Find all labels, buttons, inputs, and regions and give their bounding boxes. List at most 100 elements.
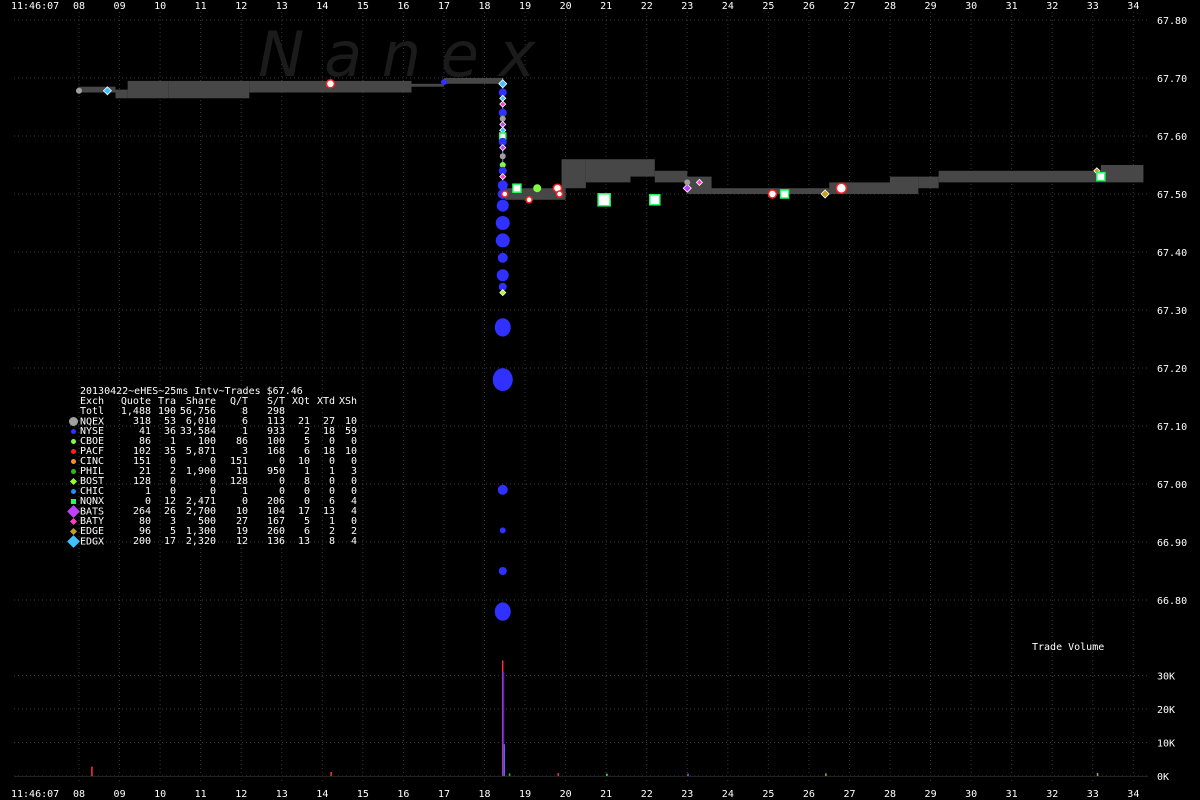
volume-bar — [330, 771, 332, 776]
trade-pacf — [835, 182, 848, 194]
trade-nqex — [499, 153, 506, 160]
x-tick-bottom-17: 17 — [438, 789, 450, 800]
x-tick-bottom-25: 25 — [762, 789, 774, 800]
stats-row-edge: EDGE 96 5 1,300 19 260 6 2 2 — [69, 527, 357, 537]
x-tick-top-21: 21 — [600, 1, 612, 12]
x-tick-bottom-12: 12 — [235, 789, 247, 800]
trade-pacf — [525, 196, 533, 204]
price-tick-67.00: 67.00 — [1157, 480, 1187, 491]
volume-bar — [91, 766, 93, 776]
nbbo-segment — [711, 188, 745, 194]
stats-cell: 13 — [297, 536, 310, 547]
x-tick-top-23: 23 — [681, 1, 693, 12]
trade-nqex — [684, 179, 691, 186]
trade-nyse — [497, 252, 508, 263]
x-tick-top-18: 18 — [479, 1, 491, 12]
x-tick-top-10: 10 — [154, 1, 166, 12]
legend-marker-circle-large — [68, 417, 78, 428]
price-tick-66.80: 66.80 — [1157, 596, 1187, 607]
price-tick-67.10: 67.10 — [1157, 422, 1187, 433]
nbbo-segment — [127, 80, 169, 99]
x-tick-bottom-18: 18 — [479, 789, 491, 800]
x-tick-bottom-11: 11 — [195, 789, 207, 800]
trade-nyse — [496, 269, 509, 282]
x-tick-top-34: 34 — [1127, 1, 1139, 12]
trade-nyse — [497, 484, 508, 495]
x-tick-bottom-08: 08 — [73, 789, 85, 800]
trade-bats — [499, 120, 507, 128]
trade-nyse — [494, 602, 511, 621]
legend-marker-diamond-large — [66, 505, 80, 518]
trade-nqex — [499, 115, 506, 122]
trade-nyse — [492, 368, 513, 392]
stats-cell: 12 — [235, 536, 248, 547]
x-tick-bottom-15: 15 — [357, 789, 369, 800]
x-tick-top-22: 22 — [641, 1, 653, 12]
nbbo-segment — [630, 159, 655, 177]
trade-nyse — [497, 180, 508, 191]
x-tick-top-14: 14 — [316, 1, 328, 12]
stats-cell: 8 — [328, 536, 335, 547]
time-start-label-top: 11:46:07 — [11, 1, 59, 12]
trade-pacf — [767, 189, 778, 199]
x-tick-bottom-30: 30 — [965, 789, 977, 800]
legend-marker-circle — [68, 447, 78, 457]
x-tick-bottom-31: 31 — [1006, 789, 1018, 800]
trade-edgx — [499, 94, 507, 102]
x-tick-top-30: 30 — [965, 1, 977, 12]
x-tick-bottom-28: 28 — [884, 789, 896, 800]
trade-nqnx — [779, 189, 790, 199]
stats-cell: NQNX — [70, 497, 120, 507]
x-tick-top-13: 13 — [276, 1, 288, 12]
trade-bost — [499, 289, 507, 297]
stats-row-nyse: NYSE 41 36 33,584 1 933 2 18 59 — [70, 427, 357, 437]
stats-cell: EDGE — [69, 527, 120, 537]
nbbo-segment — [849, 182, 890, 194]
nbbo-segment — [918, 176, 939, 189]
stats-cell: 4 — [350, 536, 357, 547]
x-axis-top: 08 09 10 11 12 13 14 15 16 17 18 19 20 21 22 23 24 25 26 27… — [73, 1, 1139, 12]
volume-label: Trade Volume — [1032, 642, 1105, 653]
x-tick-bottom-24: 24 — [722, 789, 734, 800]
x-tick-top-26: 26 — [803, 1, 815, 12]
volume-bar — [606, 773, 608, 776]
stats-row-nqnx: NQNX 0 12 2,471 0 206 0 6 4 — [70, 497, 357, 507]
stats-cell: Totl — [80, 406, 105, 417]
x-tick-top-15: 15 — [357, 1, 369, 12]
x-axis-bottom: 08 09 10 11 12 13 14 15 16 17 18 19 20 21 22 23 24 25 26 27… — [73, 789, 1139, 800]
x-tick-bottom-19: 19 — [519, 789, 531, 800]
price-tick-67.30: 67.30 — [1157, 306, 1187, 317]
trade-bats — [499, 144, 507, 152]
nbbo-segment — [115, 89, 128, 99]
x-tick-bottom-34: 34 — [1127, 789, 1139, 800]
trade-nyse — [496, 199, 509, 212]
stats-row-chic: CHIC 1 0 0 1 0 0 0 0 — [70, 487, 357, 497]
price-tick-67.70: 67.70 — [1157, 74, 1187, 85]
legend-marker-diamond — [68, 477, 78, 487]
nbbo-band — [78, 78, 1144, 200]
x-tick-top-27: 27 — [843, 1, 855, 12]
x-tick-bottom-16: 16 — [397, 789, 409, 800]
nbbo-segment — [168, 80, 250, 99]
x-tick-top-29: 29 — [925, 1, 937, 12]
volume-axis: 30K 20K 10K 0K — [1157, 672, 1175, 784]
x-tick-bottom-27: 27 — [843, 789, 855, 800]
nbbo-segment — [890, 176, 919, 194]
stats-row-bost: BOST 128 0 0 128 0 8 0 0 — [69, 477, 357, 487]
trade-nyse — [499, 527, 506, 534]
stats-row-totl: Totl 1,488 190 56,756 8 298 — [80, 407, 357, 417]
stats-cell: XQt — [291, 396, 310, 407]
trade-nqnx — [597, 193, 611, 207]
x-tick-top-12: 12 — [235, 1, 247, 12]
legend-marker-diamond — [68, 517, 78, 527]
stats-cell: 2,320 — [185, 536, 216, 547]
stats-row-pacf: PACF 102 35 5,871 3 168 6 18 10 — [70, 447, 357, 457]
volume-bar — [508, 773, 511, 776]
volume-bar — [557, 772, 559, 776]
price-tick-67.20: 67.20 — [1157, 364, 1187, 375]
x-tick-top-09: 09 — [114, 1, 126, 12]
stats-cell: XTd — [316, 396, 335, 407]
price-axis: 67.80 67.70 67.60 67.50 67.40 67.30 67.20 67.10… — [1157, 16, 1187, 607]
x-tick-top-31: 31 — [1006, 1, 1018, 12]
trade-nqex — [76, 87, 82, 94]
